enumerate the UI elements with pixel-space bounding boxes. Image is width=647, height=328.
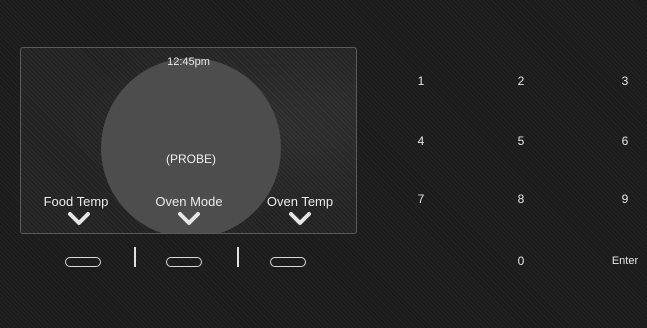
chevron-down-icon: [177, 211, 201, 227]
chevron-down-icon: [67, 211, 91, 227]
keypad-key-4[interactable]: 4: [401, 130, 441, 152]
clock-time: 12:45pm: [167, 56, 210, 68]
keypad-key-1[interactable]: 1: [401, 70, 441, 92]
oven-temp-softkey[interactable]: [270, 257, 306, 267]
display-screen: 12:45pm (PROBE) Food Temp Oven Mode Oven…: [20, 47, 357, 234]
keypad-key-9[interactable]: 9: [605, 188, 645, 210]
keypad-key-5[interactable]: 5: [501, 130, 541, 152]
keypad-key-3[interactable]: 3: [605, 70, 645, 92]
oven-mode-label: Oven Mode: [155, 194, 223, 209]
keypad-key-6[interactable]: 6: [605, 130, 645, 152]
oven-control-panel: 12:45pm (PROBE) Food Temp Oven Mode Oven…: [0, 0, 647, 328]
softkey-divider: [134, 247, 136, 267]
chevron-down-icon: [288, 211, 312, 227]
softkey-divider: [237, 247, 239, 267]
probe-mode-text: (PROBE): [165, 152, 216, 166]
keypad-key-7[interactable]: 7: [401, 188, 441, 210]
oven-mode-softkey[interactable]: [166, 257, 202, 267]
enter-button[interactable]: Enter: [603, 250, 647, 272]
food-temp-label: Food Temp: [43, 194, 109, 209]
keypad-key-2[interactable]: 2: [501, 70, 541, 92]
oven-temp-label: Oven Temp: [266, 194, 334, 209]
keypad-key-8[interactable]: 8: [501, 188, 541, 210]
food-temp-softkey[interactable]: [65, 257, 101, 267]
keypad-key-0[interactable]: 0: [501, 250, 541, 272]
